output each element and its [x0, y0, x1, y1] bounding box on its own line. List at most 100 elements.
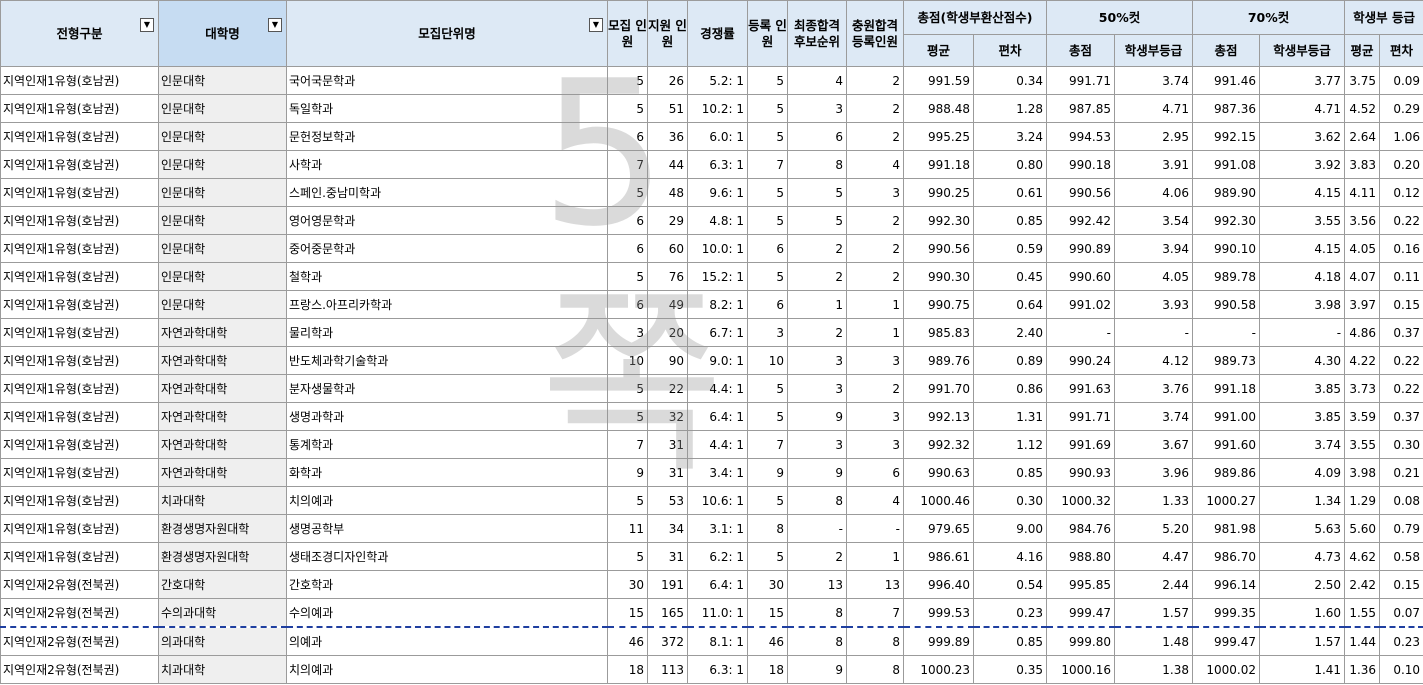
cell-enroll[interactable]: 5: [747, 94, 788, 123]
cell-grade-dev[interactable]: 0.22: [1379, 374, 1423, 403]
cell-grade-avg[interactable]: 4.62: [1344, 542, 1381, 571]
cell-cut70-grade[interactable]: 4.15: [1259, 178, 1346, 207]
table-row[interactable]: 지역인재2유형(전북권) 치과대학 치의예과 18 113 6.3: 1 18 9 8 1000.…: [0, 655, 1423, 684]
cell-avg[interactable]: 992.32: [903, 430, 974, 459]
cell-grade-avg[interactable]: 3.59: [1344, 402, 1381, 431]
cell-grade-dev[interactable]: 1.06: [1379, 122, 1423, 151]
cell-grade-avg[interactable]: 5.60: [1344, 514, 1381, 543]
cell-college[interactable]: 간호대학: [158, 570, 287, 599]
cell-dev[interactable]: 0.80: [973, 150, 1047, 179]
cell-dept[interactable]: 치의예과: [286, 486, 608, 515]
cell-type[interactable]: 지역인재1유형(호남권): [0, 542, 159, 571]
cell-dev[interactable]: 3.24: [973, 122, 1047, 151]
cell-enroll[interactable]: 5: [747, 486, 788, 515]
cell-type[interactable]: 지역인재2유형(전북권): [0, 655, 159, 684]
cell-avg[interactable]: 996.40: [903, 570, 974, 599]
cell-apply[interactable]: 34: [647, 514, 688, 543]
cell-cut50-total[interactable]: -: [1046, 318, 1115, 347]
cell-grade-dev[interactable]: 0.37: [1379, 318, 1423, 347]
cell-cut70-grade[interactable]: 4.09: [1259, 458, 1346, 487]
cell-recruit[interactable]: 7: [607, 150, 648, 179]
cell-grade-dev[interactable]: 0.58: [1379, 542, 1423, 571]
cell-cut50-grade[interactable]: 3.94: [1113, 234, 1194, 263]
cell-cut50-total[interactable]: 1000.16: [1046, 655, 1115, 684]
cell-dept[interactable]: 철학과: [286, 262, 608, 291]
cell-enroll[interactable]: 30: [747, 570, 788, 599]
cell-cut50-total[interactable]: 991.71: [1046, 402, 1115, 431]
cell-avg[interactable]: 990.75: [903, 290, 974, 319]
cell-final-wait[interactable]: 9: [787, 402, 847, 431]
cell-recruit[interactable]: 5: [607, 486, 648, 515]
cell-cut50-total[interactable]: 984.76: [1046, 514, 1115, 543]
cell-final-wait[interactable]: 8: [787, 486, 847, 515]
table-row[interactable]: 지역인재1유형(호남권) 자연과학대학 물리학과 3 20 6.7: 1 3 2 1 985.83…: [0, 318, 1423, 347]
cell-cut50-grade[interactable]: 3.91: [1113, 150, 1194, 179]
cell-type[interactable]: 지역인재1유형(호남권): [0, 150, 159, 179]
cell-cut70-total[interactable]: 991.18: [1192, 374, 1261, 403]
cell-enroll[interactable]: 6: [747, 234, 788, 263]
cell-cut70-total[interactable]: 990.10: [1192, 234, 1261, 263]
cell-grade-dev[interactable]: 0.10: [1379, 655, 1423, 684]
cell-grade-dev[interactable]: 0.20: [1379, 150, 1423, 179]
cell-cut50-grade[interactable]: 3.76: [1113, 374, 1194, 403]
cell-extra[interactable]: 2: [846, 374, 904, 403]
cell-cut50-grade[interactable]: 3.54: [1113, 206, 1194, 235]
cell-grade-avg[interactable]: 1.55: [1344, 598, 1381, 628]
cell-cut70-grade[interactable]: -: [1259, 318, 1346, 347]
cell-enroll[interactable]: 5: [747, 122, 788, 151]
cell-avg[interactable]: 992.13: [903, 402, 974, 431]
table-row[interactable]: 지역인재1유형(호남권) 인문대학 철학과 5 76 15.2: 1 5 2 2 990.30 0.…: [0, 262, 1423, 291]
cell-extra[interactable]: 4: [846, 486, 904, 515]
cell-type[interactable]: 지역인재1유형(호남권): [0, 486, 159, 515]
cell-avg[interactable]: 991.59: [903, 66, 974, 95]
cell-dev[interactable]: 0.23: [973, 598, 1047, 628]
cell-final-wait[interactable]: 9: [787, 655, 847, 684]
cell-extra[interactable]: -: [846, 514, 904, 543]
cell-final-wait[interactable]: 1: [787, 290, 847, 319]
cell-grade-avg[interactable]: 3.75: [1344, 66, 1381, 95]
cell-apply[interactable]: 31: [647, 458, 688, 487]
cell-grade-dev[interactable]: 0.37: [1379, 402, 1423, 431]
cell-type[interactable]: 지역인재1유형(호남권): [0, 374, 159, 403]
cell-extra[interactable]: 3: [846, 178, 904, 207]
cell-cut70-total[interactable]: 981.98: [1192, 514, 1261, 543]
cell-dev[interactable]: 1.31: [973, 402, 1047, 431]
cell-final-wait[interactable]: 3: [787, 94, 847, 123]
cell-enroll[interactable]: 5: [747, 542, 788, 571]
cell-rate[interactable]: 6.4: 1: [687, 402, 748, 431]
cell-rate[interactable]: 8.1: 1: [687, 626, 748, 656]
cell-recruit[interactable]: 5: [607, 94, 648, 123]
cell-final-wait[interactable]: 8: [787, 598, 847, 628]
cell-cut70-total[interactable]: 991.60: [1192, 430, 1261, 459]
cell-cut70-total[interactable]: 996.14: [1192, 570, 1261, 599]
table-row[interactable]: 지역인재2유형(전북권) 의과대학 의예과 46 372 8.1: 1 46 8 8 999.89…: [0, 626, 1423, 656]
cell-recruit[interactable]: 5: [607, 374, 648, 403]
cell-cut70-total[interactable]: 992.15: [1192, 122, 1261, 151]
cell-grade-avg[interactable]: 4.07: [1344, 262, 1381, 291]
cell-extra[interactable]: 13: [846, 570, 904, 599]
cell-enroll[interactable]: 5: [747, 206, 788, 235]
cell-college[interactable]: 치과대학: [158, 655, 287, 684]
table-row[interactable]: 지역인재1유형(호남권) 자연과학대학 반도체과학기술학과 10 90 9.0: 1 10 3…: [0, 346, 1423, 375]
table-row[interactable]: 지역인재1유형(호남권) 자연과학대학 생명과학과 5 32 6.4: 1 5 9 3 992.1…: [0, 402, 1423, 431]
cell-enroll[interactable]: 7: [747, 150, 788, 179]
cell-recruit[interactable]: 5: [607, 262, 648, 291]
cell-recruit[interactable]: 5: [607, 402, 648, 431]
cell-cut50-total[interactable]: 999.80: [1046, 626, 1115, 656]
cell-cut70-total[interactable]: 991.46: [1192, 66, 1261, 95]
cell-cut70-grade[interactable]: 4.30: [1259, 346, 1346, 375]
cell-type[interactable]: 지역인재1유형(호남권): [0, 94, 159, 123]
cell-rate[interactable]: 6.4: 1: [687, 570, 748, 599]
cell-final-wait[interactable]: 2: [787, 318, 847, 347]
cell-rate[interactable]: 10.2: 1: [687, 94, 748, 123]
cell-recruit[interactable]: 5: [607, 542, 648, 571]
cell-college[interactable]: 인문대학: [158, 150, 287, 179]
cell-cut70-grade[interactable]: 3.74: [1259, 430, 1346, 459]
cell-dept[interactable]: 물리학과: [286, 318, 608, 347]
cell-enroll[interactable]: 15: [747, 598, 788, 628]
cell-cut50-grade[interactable]: 2.44: [1113, 570, 1194, 599]
cell-rate[interactable]: 15.2: 1: [687, 262, 748, 291]
cell-cut50-grade[interactable]: 4.71: [1113, 94, 1194, 123]
cell-grade-avg[interactable]: 1.44: [1344, 626, 1381, 656]
cell-cut70-grade[interactable]: 3.85: [1259, 402, 1346, 431]
